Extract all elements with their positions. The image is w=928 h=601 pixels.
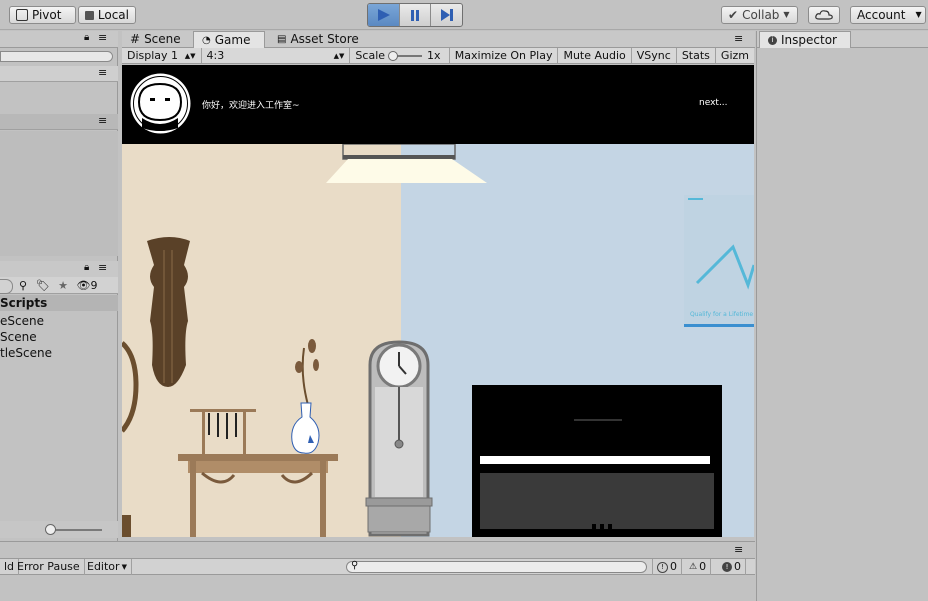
scale-slider-group: Scale 1x [350,48,450,63]
checkmark-icon: ✔ [728,8,739,22]
piano [472,385,722,537]
menu-icon[interactable]: ≡ [734,543,743,556]
left-dock: 🔒︎ ≡ ≡ ≡ 🔒︎ ≡ ⚲ 🏷︎ ★ 👁︎9 Scripts eScene … [0,31,118,558]
center-tabs: # Scene ◔ Game ▤ Asset Store ≡ [122,31,755,48]
playback-controls [367,3,463,27]
error-icon: ! [722,562,732,572]
store-icon: ▤ [277,34,287,45]
hierarchy-scene-row[interactable]: ≡ [0,114,118,130]
console-header: ≡ [0,541,755,558]
search-icon[interactable] [0,279,13,294]
info-icon: i [768,35,777,45]
vsync-toggle[interactable]: VSync [632,48,677,63]
maximize-on-play-toggle[interactable]: Maximize On Play [450,48,559,63]
tag-icon[interactable]: 🏷︎ [33,277,53,293]
aspect-dropdown[interactable]: 4:3 ▲▼ [202,48,351,63]
guqin-instrument [147,237,190,387]
play-icon [378,9,391,21]
wall-poster [684,195,754,327]
project-filter-bar: ⚲ 🏷︎ ★ 👁︎9 [0,277,118,294]
eye-icon: 👁︎ [76,279,91,292]
scale-slider[interactable] [388,50,423,61]
lock-icon: 🔒︎ [84,32,90,43]
pause-icon [411,10,419,21]
collab-dropdown[interactable]: ✔ Collab ▼ [721,6,798,24]
list-item[interactable]: eScene [0,313,118,329]
filter-type-icon[interactable]: ⚲ [13,277,33,293]
console-log-area [0,576,755,601]
game-view[interactable]: Qualify for a Lifetime ... 你好，欢迎进入工作室~ n… [122,65,754,537]
list-item[interactable]: tleScene [0,345,118,361]
grandfather-clock [365,340,433,537]
main-toolbar: Pivot Local ✔ Collab ▼ Account ▼ [0,0,928,30]
character-avatar [130,73,191,134]
tab-inspector[interactable]: i Inspector [759,31,851,48]
menu-icon: ≡ [98,261,108,274]
project-list: eScene Scene tleScene [0,313,118,361]
star-icon[interactable]: ★ [53,277,73,293]
icon-size-slider-thumb[interactable] [45,524,56,535]
project-header: 🔒︎ ≡ [0,261,118,278]
pivot-toggle[interactable]: Pivot [9,6,76,24]
dialog-text: 你好，欢迎进入工作室~ [202,101,300,111]
stats-toggle[interactable]: Stats [677,48,716,63]
dropdown-arrow-icon: ▲▼ [333,51,345,60]
game-view-toolbar: Display 1 ▲▼ 4:3 ▲▼ Scale 1x Maximize On… [122,48,754,64]
poster-caption: Qualify for a Lifetime ... [690,311,754,318]
tab-asset-store[interactable]: ▤ Asset Store [269,31,367,48]
mute-audio-toggle[interactable]: Mute Audio [558,48,632,63]
menu-icon: ≡ [98,114,108,127]
dropdown-arrow-icon: ▼ [915,10,922,19]
dropdown-arrow-icon: ▲▼ [184,51,196,60]
gizmos-dropdown[interactable]: Gizm [716,48,754,63]
project-folder-label[interactable]: Scripts [0,295,118,311]
editor-dropdown[interactable]: Editor ▼ [83,559,132,575]
next-button[interactable]: next... [699,98,728,108]
pivot-icon [16,9,28,21]
grid-icon: # [130,32,141,46]
step-button[interactable] [431,4,462,26]
hidden-count[interactable]: 👁︎9 [73,277,101,293]
warning-icon: ⚠ [689,562,698,572]
game-controller-icon: ◔ [202,34,211,46]
inspector-header: i Inspector [757,31,928,48]
scale-slider-thumb[interactable] [388,50,399,61]
hierarchy-header: 🔒︎ ≡ [0,31,118,48]
warning-count-toggle[interactable]: ⚠ 0 [685,559,712,575]
search-icon: ⚲ [351,560,359,571]
hierarchy-list [0,131,118,256]
cube-icon [85,10,94,20]
hierarchy-search-input[interactable] [0,51,113,62]
console-search-input[interactable]: ⚲ [346,560,647,573]
display-dropdown[interactable]: Display 1 ▲▼ [122,48,202,63]
lock-icon: 🔒︎ [84,262,90,273]
dropdown-arrow-icon: ▼ [783,10,790,19]
inspector-panel: i Inspector [756,31,928,601]
hierarchy-scene-row[interactable]: ≡ [0,66,118,82]
log-count-toggle[interactable]: ! 0 [652,559,682,575]
tab-game[interactable]: ◔ Game [193,31,265,48]
console-toolbar: ld Error Pause Editor ▼ ⚲ ! 0 ⚠ 0 ! 0 [0,558,755,575]
info-icon: ! [657,561,668,573]
menu-icon: ≡ [98,31,108,44]
list-item[interactable]: Scene [0,329,118,345]
project-footer [0,521,118,538]
tab-scene[interactable]: # Scene [122,31,189,48]
play-button[interactable] [368,4,400,26]
cloud-button[interactable] [808,6,840,24]
account-dropdown[interactable]: Account ▼ [850,6,926,24]
error-pause-toggle[interactable]: Error Pause [13,559,85,575]
local-toggle[interactable]: Local [78,6,136,24]
step-icon [440,9,453,21]
menu-icon: ≡ [98,66,108,79]
menu-icon[interactable]: ≡ [734,32,743,45]
cloud-icon [815,10,833,20]
error-count-toggle[interactable]: ! 0 [718,559,746,575]
pause-button[interactable] [400,4,432,26]
dialog-box: 你好，欢迎进入工作室~ next... [122,65,754,144]
dropdown-arrow-icon: ▼ [121,563,127,571]
